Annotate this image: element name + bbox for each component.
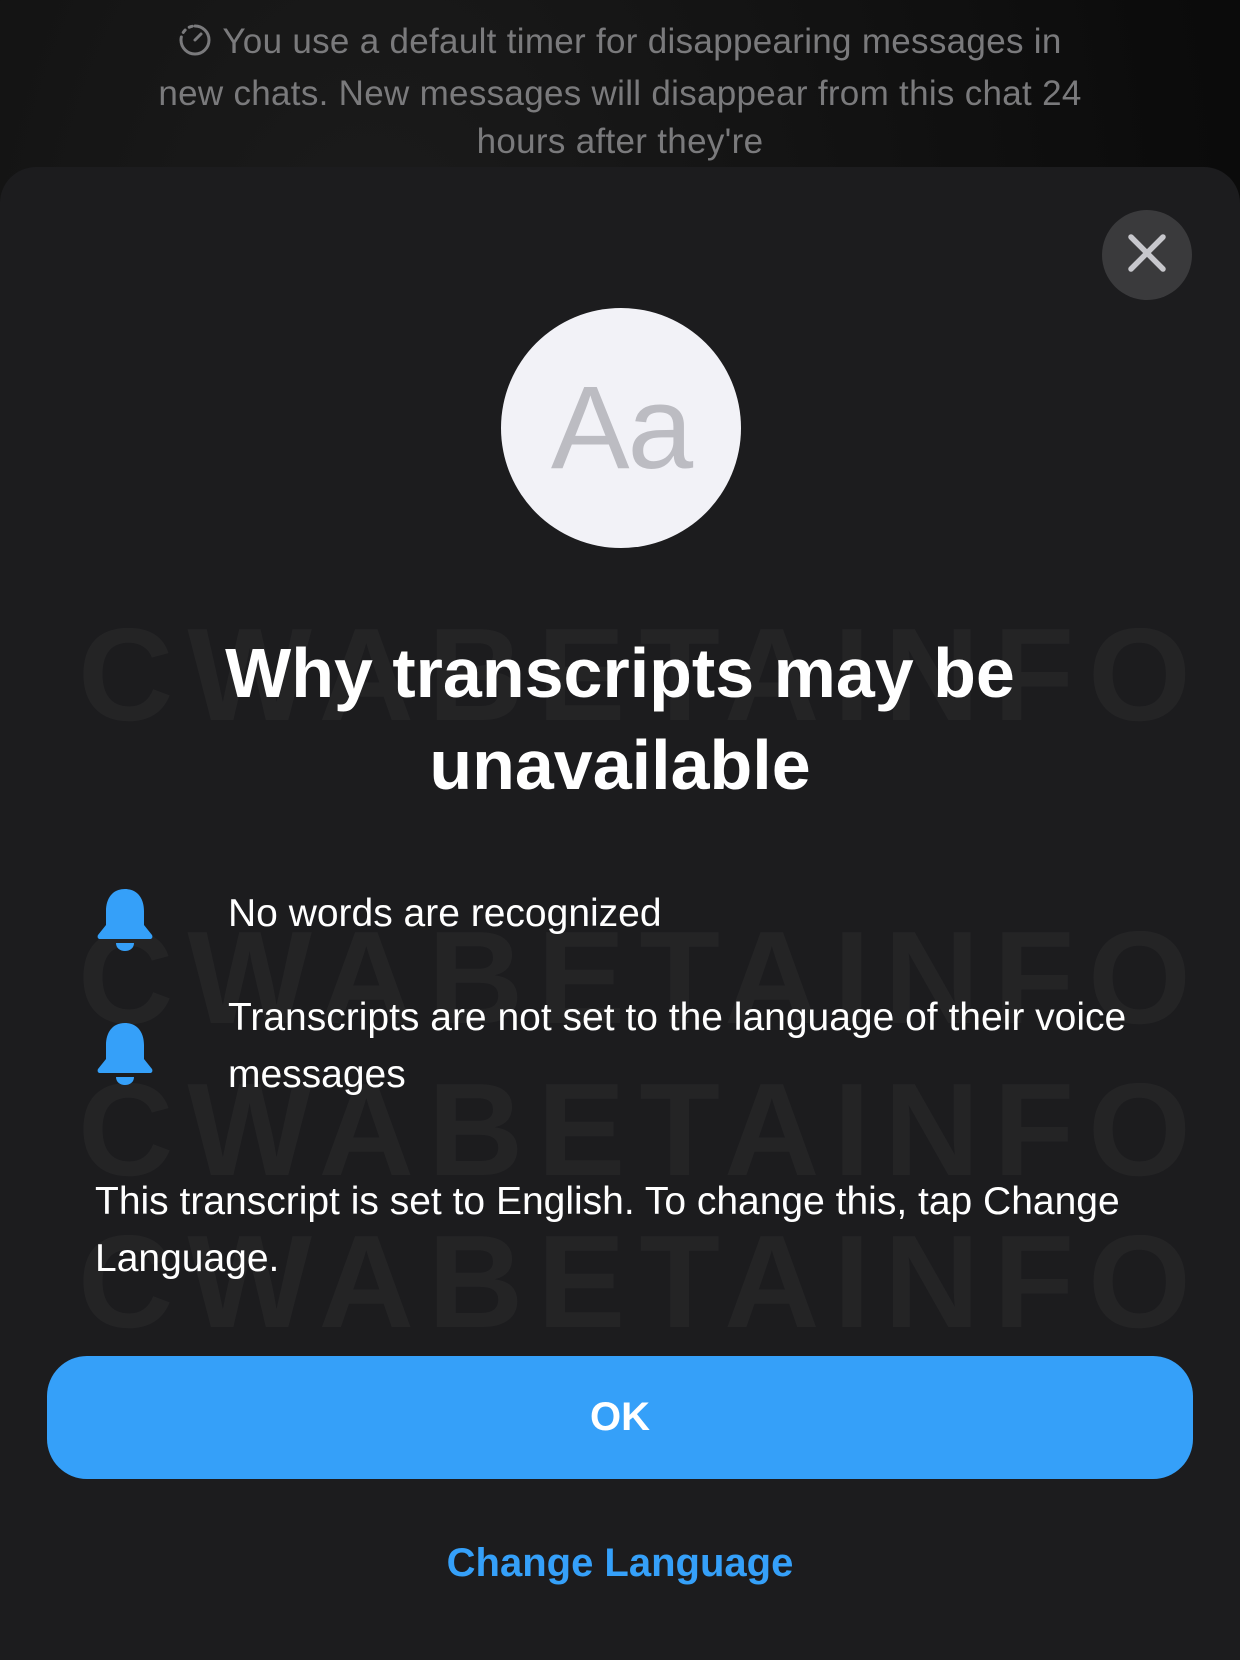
bell-icon <box>94 1019 156 1092</box>
notice-text: You use a default timer for disappearing… <box>158 22 1082 161</box>
ok-button[interactable]: OK <box>47 1356 1193 1479</box>
language-info-text: This transcript is set to English. To ch… <box>95 1180 1120 1280</box>
close-button[interactable] <box>1102 210 1192 300</box>
reason-text: Transcripts are not set to the language … <box>228 996 1127 1096</box>
language-avatar: Aa <box>501 308 741 548</box>
sheet-title: Why transcripts may be unavailable <box>225 634 1015 804</box>
timer-icon <box>178 22 212 70</box>
reason-text: No words are recognized <box>228 892 662 935</box>
transcript-info-sheet: CWABETAINFO CWABETAINFO CWABETAINFO CWAB… <box>0 167 1240 1660</box>
screen: You use a default timer for disappearing… <box>0 0 1240 1660</box>
change-language-button[interactable]: Change Language <box>320 1537 920 1589</box>
disappearing-messages-notice: You use a default timer for disappearing… <box>150 18 1090 166</box>
close-icon <box>1127 233 1167 278</box>
avatar-text: Aa <box>550 362 693 494</box>
bell-icon <box>94 885 156 958</box>
